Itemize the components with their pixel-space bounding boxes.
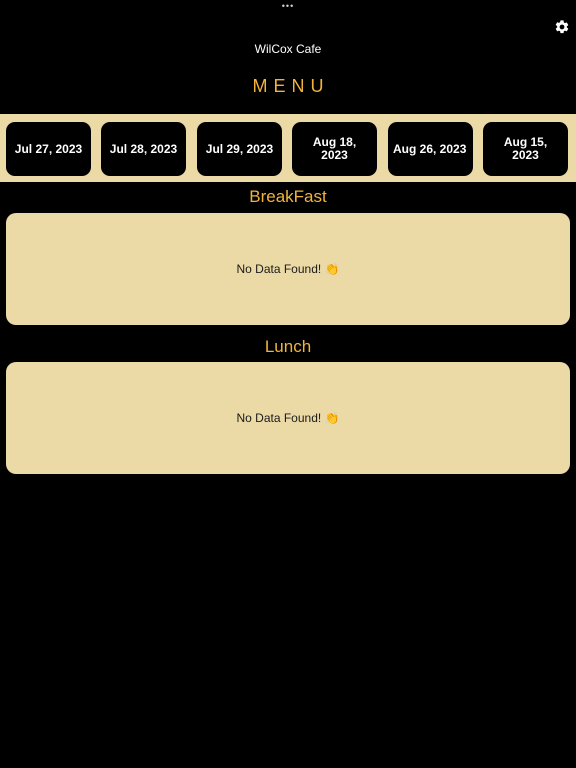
lunch-card: No Data Found! 👏: [6, 362, 570, 474]
date-chip-aug-18[interactable]: Aug 18, 2023: [292, 122, 377, 176]
breakfast-empty-message: No Data Found! 👏: [236, 262, 340, 276]
settings-button[interactable]: [554, 19, 570, 35]
breakfast-card: No Data Found! 👏: [6, 213, 570, 325]
app-title: WilCox Cafe: [254, 42, 322, 56]
lunch-empty-message: No Data Found! 👏: [236, 411, 340, 425]
date-selector-strip: Jul 27, 2023 Jul 28, 2023 Jul 29, 2023 A…: [0, 114, 576, 182]
breakfast-section-title: BreakFast: [249, 187, 327, 206]
date-chip-jul-27[interactable]: Jul 27, 2023: [6, 122, 91, 176]
gear-icon: [555, 20, 569, 34]
date-chip-jul-28[interactable]: Jul 28, 2023: [101, 122, 186, 176]
date-chip-jul-29[interactable]: Jul 29, 2023: [197, 122, 282, 176]
date-chip-aug-26[interactable]: Aug 26, 2023: [388, 122, 473, 176]
window-drag-handle[interactable]: •••: [0, 2, 576, 11]
menu-heading: MENU: [252, 76, 330, 96]
date-chip-aug-15[interactable]: Aug 15, 2023: [483, 122, 568, 176]
lunch-section-title: Lunch: [264, 337, 312, 356]
